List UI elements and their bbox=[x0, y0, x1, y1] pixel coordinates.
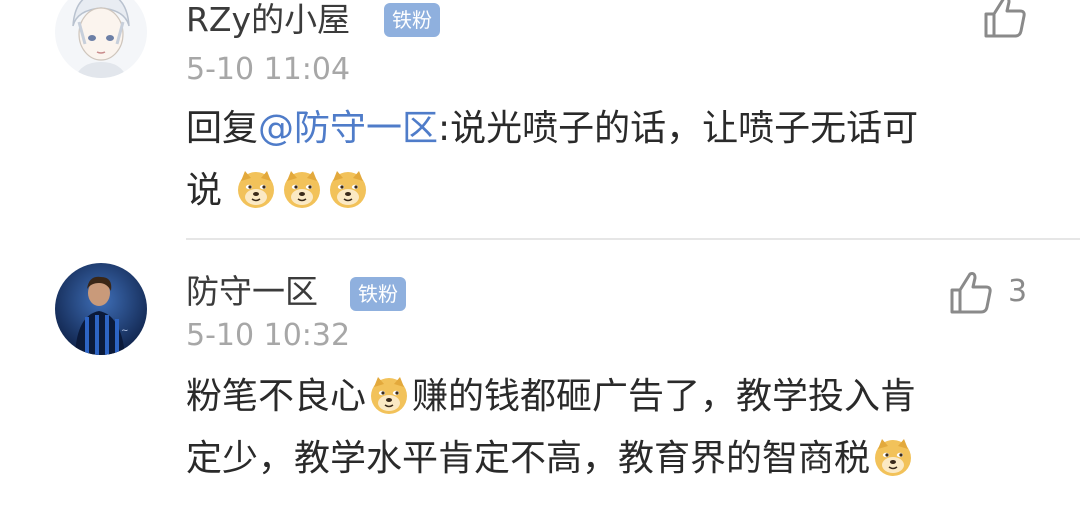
comment-content: 粉笔不良心 赚的钱都砸广告了，教学投入肯 定少，教学水平肯定不高，教育界的智商税 bbox=[186, 366, 1036, 490]
comment-content: 回复@防守一区:说光喷子的话，让喷子无话可 说 bbox=[186, 98, 1036, 222]
comment-item: ~ 防守一区 铁粉 3 5-10 10:32 粉笔不良心 赚的钱都砸广告了，教学投… bbox=[0, 240, 1080, 507]
comment-item: RZy的小屋 铁粉 5-10 11:04 回复@防守一区:说光喷子的话，让喷子无… bbox=[0, 0, 1080, 238]
fan-badge: 铁粉 bbox=[384, 3, 440, 37]
doge-emoji-icon bbox=[236, 169, 276, 209]
football-player-avatar-icon[interactable]: ~ bbox=[55, 263, 147, 355]
doge-emoji-icon bbox=[282, 169, 322, 209]
anime-avatar-icon[interactable] bbox=[55, 0, 147, 78]
mention-link[interactable]: @防守一区 bbox=[258, 108, 438, 149]
comment-username[interactable]: 防守一区 bbox=[186, 272, 318, 312]
doge-emoji-icon bbox=[328, 169, 368, 209]
like-count: 3 bbox=[1008, 274, 1028, 309]
comment-username[interactable]: RZy的小屋 bbox=[186, 0, 350, 40]
comment-text: :说光喷子的话，让喷子无话可 bbox=[438, 108, 919, 149]
doge-emoji-icon bbox=[369, 375, 409, 415]
comment-text: 粉笔不良心 bbox=[186, 376, 367, 417]
comment-text-line2: 定少，教学水平肯定不高，教育界的智商税 bbox=[186, 438, 871, 479]
reply-prefix: 回复 bbox=[186, 108, 259, 149]
comment-text-line2: 说 bbox=[186, 170, 223, 211]
comment-text-cont: 赚的钱都砸广告了，教学投入肯 bbox=[412, 376, 917, 417]
doge-emoji-icon bbox=[873, 437, 913, 477]
thumbs-up-icon[interactable] bbox=[948, 270, 994, 314]
thumbs-up-icon[interactable] bbox=[982, 0, 1028, 38]
svg-text:~: ~ bbox=[121, 326, 129, 336]
comment-time: 5-10 10:32 bbox=[186, 318, 351, 353]
comment-time: 5-10 11:04 bbox=[186, 52, 351, 87]
fan-badge: 铁粉 bbox=[350, 277, 406, 311]
